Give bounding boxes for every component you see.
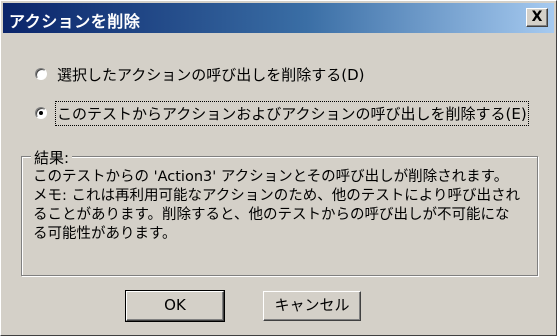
radio-delete-calls[interactable]: [35, 68, 47, 80]
result-group-body: このテストからの 'Action3' アクションとその呼び出しが削除されます。 …: [33, 168, 523, 244]
option-delete-action-and-calls[interactable]: このテストからアクションおよびアクションの呼び出しを削除する(E): [35, 100, 529, 126]
ok-button[interactable]: OK: [125, 290, 225, 322]
option-delete-calls[interactable]: 選択したアクションの呼び出しを削除する(D): [35, 63, 365, 85]
result-message: このテストからの 'Action3' アクションとその呼び出しが削除されます。: [33, 169, 509, 185]
option-delete-calls-label: 選択したアクションの呼び出しを削除する(D): [57, 65, 365, 84]
radio-delete-action-and-calls[interactable]: [35, 107, 47, 119]
delete-action-dialog: アクションを削除 X 選択したアクションの呼び出しを削除する(D) このテストか…: [0, 0, 557, 336]
result-note: メモ: これは再利用可能なアクションのため、他のテストにより呼び出されることがあ…: [33, 188, 520, 242]
result-group: 結果: このテストからの 'Action3' アクションとその呼び出しが削除され…: [21, 147, 538, 276]
result-group-title: 結果:: [31, 147, 73, 168]
option-delete-action-and-calls-label: このテストからアクションおよびアクションの呼び出しを削除する(E): [55, 100, 529, 126]
title-bar: アクションを削除 X: [3, 3, 554, 33]
close-button[interactable]: X: [526, 8, 548, 27]
cancel-button[interactable]: キャンセル: [263, 291, 361, 321]
dialog-title: アクションを削除: [9, 12, 141, 31]
